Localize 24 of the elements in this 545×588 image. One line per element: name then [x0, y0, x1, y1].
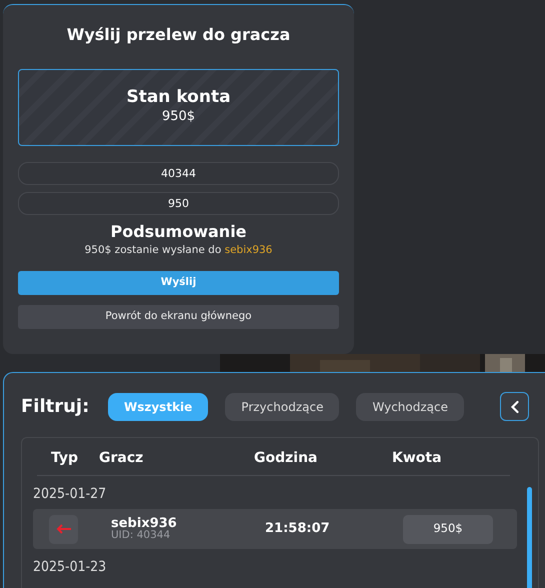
panel-title: Wyślij przelew do gracza	[66, 24, 292, 46]
balance-value: 950$	[162, 108, 196, 126]
balance-label: Stan konta	[126, 88, 231, 108]
amount-badge: 950$	[403, 514, 493, 544]
column-header: Typ	[51, 450, 78, 466]
date-heading: 2025-01-27	[33, 485, 108, 504]
column-header: Kwota	[392, 450, 442, 466]
transaction-time: 21:58:07	[265, 521, 330, 536]
left-arrow-icon	[56, 524, 72, 534]
filter-tab[interactable]: Wychodzące	[356, 392, 464, 420]
chevron-left-icon	[510, 400, 520, 414]
back-button[interactable]: Powrót do ekranu głównego	[18, 304, 339, 329]
date-heading: 2025-01-23	[33, 558, 108, 577]
column-header: Gracz	[99, 450, 144, 466]
player-uid: UID: 40344	[111, 530, 170, 542]
input-field[interactable]: 40344	[18, 162, 339, 185]
collapse-button[interactable]	[500, 392, 530, 421]
player-name: sebix936	[111, 516, 177, 530]
column-header: Godzina	[254, 450, 318, 466]
summary-text: 950$ zostanie wysłane do sebix936	[84, 242, 274, 258]
filter-label: Filtruj:	[21, 395, 90, 419]
filter-tab[interactable]: Przychodzące	[225, 392, 340, 420]
input-field[interactable]: 950	[18, 192, 339, 215]
summary-title: Podsumowanie	[109, 222, 248, 243]
